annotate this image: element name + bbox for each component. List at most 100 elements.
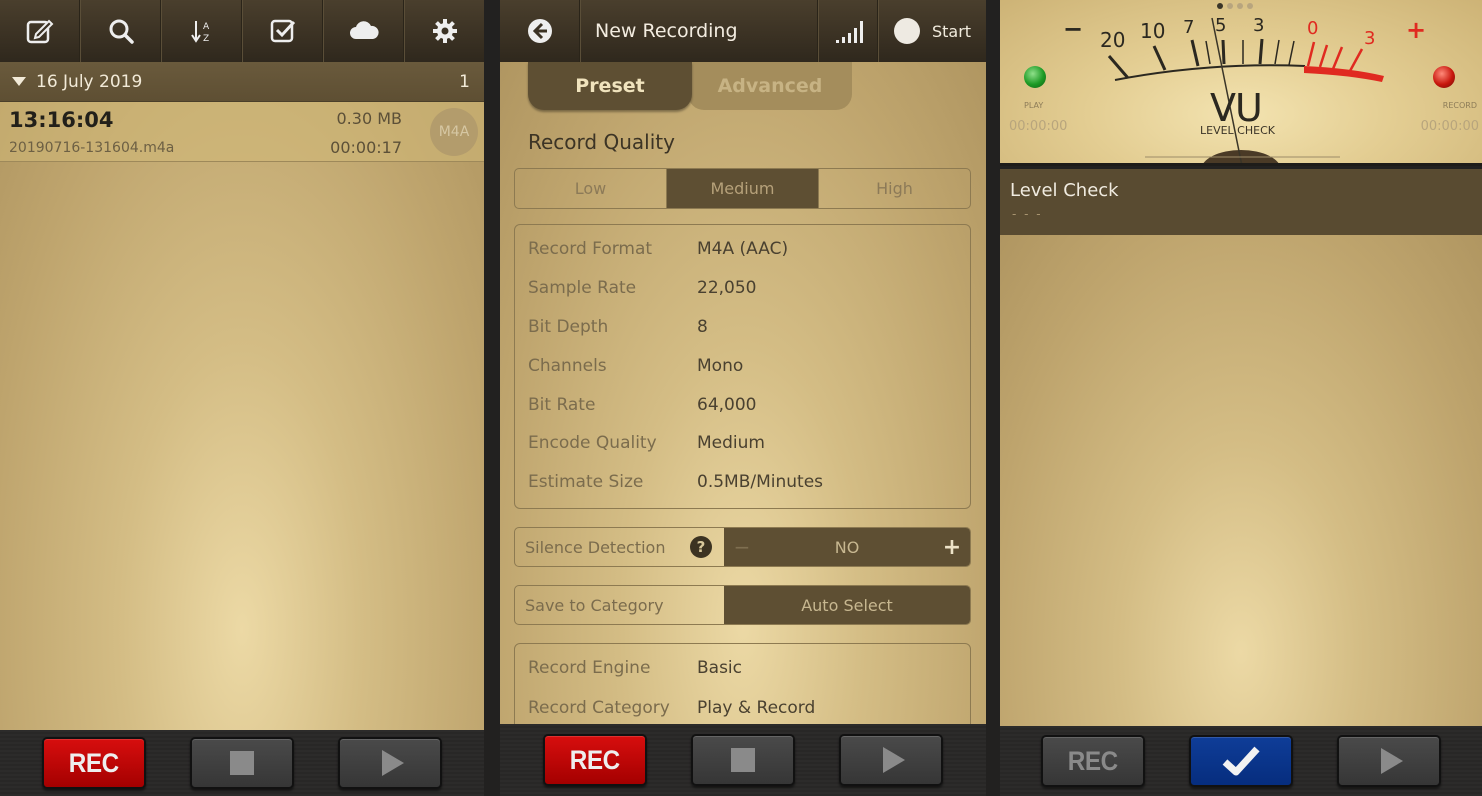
vu-meter: 20 10 7 5 3 0 3 − + PLAY RECORD 00:00:00…	[1000, 0, 1482, 166]
rec-button[interactable]: REC	[543, 734, 647, 786]
silence-detection-label-cell: Silence Detection ?	[515, 528, 724, 566]
start-label: Start	[931, 21, 972, 41]
silence-detection-value: NO	[834, 537, 860, 557]
stop-button[interactable]	[190, 737, 294, 789]
quality-option-low[interactable]: Low	[515, 169, 666, 208]
recording-duration: 00:00:17	[330, 138, 402, 157]
section-count: 1	[459, 71, 470, 92]
play-icon	[883, 747, 905, 773]
save-to-category-row: Save to Category Auto Select	[514, 585, 971, 625]
spec-value: Medium	[697, 433, 765, 453]
sort-button[interactable]: AZ	[161, 0, 242, 62]
category-select-button[interactable]: Auto Select	[724, 586, 970, 624]
stop-icon	[230, 751, 254, 775]
stop-button[interactable]	[691, 734, 795, 786]
level-background	[1000, 235, 1482, 726]
search-icon	[109, 19, 134, 44]
section-date: 16 July 2019	[36, 71, 143, 92]
record-quality-selector: Low Medium High	[514, 168, 971, 209]
spec-value: Play & Record	[697, 698, 816, 718]
spec-key: Bit Rate	[528, 395, 596, 415]
quality-option-high[interactable]: High	[819, 169, 970, 208]
signal-bars-icon	[836, 21, 863, 43]
vu-tick-label: 5	[1215, 15, 1226, 36]
recording-list-item[interactable]: 13:16:04 20190716-131604.m4a 0.30 MB 00:…	[0, 102, 484, 162]
confirm-button[interactable]	[1189, 735, 1293, 787]
vu-major-ticks	[1107, 38, 1264, 79]
play-icon	[382, 750, 404, 776]
search-button[interactable]	[80, 0, 161, 62]
play-button[interactable]	[839, 734, 943, 786]
spec-value: Basic	[697, 658, 743, 678]
rec-label: REC	[570, 744, 620, 775]
stop-icon	[731, 748, 755, 772]
spec-value: Mono	[697, 356, 744, 376]
spec-value: 22,050	[697, 278, 757, 298]
rec-button[interactable]: REC	[1041, 735, 1145, 787]
cloud-button[interactable]	[323, 0, 404, 62]
transport-bar: REC	[0, 730, 484, 796]
recording-time: 13:16:04	[9, 108, 114, 132]
checkmark-icon	[1222, 746, 1260, 776]
tab-preset[interactable]: Preset	[528, 62, 692, 110]
save-to-category-label: Save to Category	[525, 595, 664, 615]
svg-text:A: A	[203, 22, 210, 32]
date-section-header[interactable]: 16 July 2019 1	[0, 62, 484, 102]
vu-sublabel: LEVEL CHECK	[1200, 124, 1275, 137]
vu-tick-label: 0	[1307, 18, 1318, 39]
play-time: 00:00:00	[1009, 119, 1068, 134]
select-button[interactable]	[242, 0, 323, 62]
rec-label: REC	[69, 747, 119, 778]
settings-button[interactable]	[404, 0, 484, 62]
level-check-panel: 20 10 7 5 3 0 3 − + PLAY RECORD 00:00:00…	[1000, 0, 1482, 796]
vu-minus-sign: −	[1063, 15, 1083, 43]
silence-detection-stepper: − NO +	[724, 528, 970, 566]
vu-tick-label: 3	[1253, 15, 1264, 36]
play-led-icon	[1024, 66, 1046, 88]
decrement-button[interactable]: −	[724, 535, 760, 559]
format-badge: M4A	[430, 108, 478, 156]
spec-key: Estimate Size	[528, 472, 644, 492]
play-button[interactable]	[1337, 735, 1441, 787]
vu-plus-sign: +	[1406, 16, 1426, 44]
level-check-title: Level Check	[1010, 180, 1119, 201]
spec-value: 64,000	[697, 395, 757, 415]
spec-key: Record Engine	[528, 658, 651, 678]
back-arrow-icon	[527, 19, 552, 43]
tab-advanced[interactable]: Advanced	[688, 62, 852, 110]
play-button[interactable]	[338, 737, 442, 789]
spec-key: Sample Rate	[528, 278, 637, 298]
spec-value: 0.5MB/Minutes	[697, 472, 824, 492]
list-background	[0, 62, 484, 730]
spec-key: Record Format	[528, 239, 653, 259]
increment-button[interactable]: +	[934, 535, 970, 560]
vu-scale-arc	[1114, 64, 1306, 81]
vu-scale: 20 10 7 5 3 0 3 − +	[1063, 15, 1426, 163]
record-label: RECORD	[1442, 101, 1477, 110]
signal-level-button[interactable]	[818, 0, 878, 62]
record-quality-title: Record Quality	[528, 130, 675, 154]
preset-advanced-tabs: Preset Advanced	[528, 62, 852, 110]
quality-option-medium[interactable]: Medium	[666, 169, 819, 208]
level-check-subtitle: - - -	[1012, 207, 1043, 221]
recordings-list-panel: AZ 16 July 2019 1 13:16:04 20190716-1316…	[0, 0, 484, 796]
record-led-icon	[1433, 66, 1455, 88]
spec-key: Encode Quality	[528, 433, 657, 453]
back-button[interactable]	[500, 0, 580, 62]
play-icon	[1381, 748, 1403, 774]
record-time: 00:00:00	[1420, 119, 1479, 134]
silence-detection-label: Silence Detection	[525, 537, 666, 557]
new-recording-panel: New Recording Start Preset Advanced Reco…	[500, 0, 986, 796]
spec-key: Bit Depth	[528, 317, 609, 337]
edit-button[interactable]	[0, 0, 80, 62]
help-icon[interactable]: ?	[690, 536, 712, 558]
silence-detection-row: Silence Detection ? − NO +	[514, 527, 971, 567]
rec-button[interactable]: REC	[42, 737, 146, 789]
recording-size: 0.30 MB	[336, 109, 403, 128]
spec-key: Record Category	[528, 698, 670, 718]
record-dot-icon	[893, 18, 920, 44]
spec-key: Channels	[528, 356, 607, 376]
transport-bar: REC	[500, 724, 986, 796]
cloud-icon	[349, 21, 379, 39]
start-button[interactable]: Start	[878, 0, 986, 62]
